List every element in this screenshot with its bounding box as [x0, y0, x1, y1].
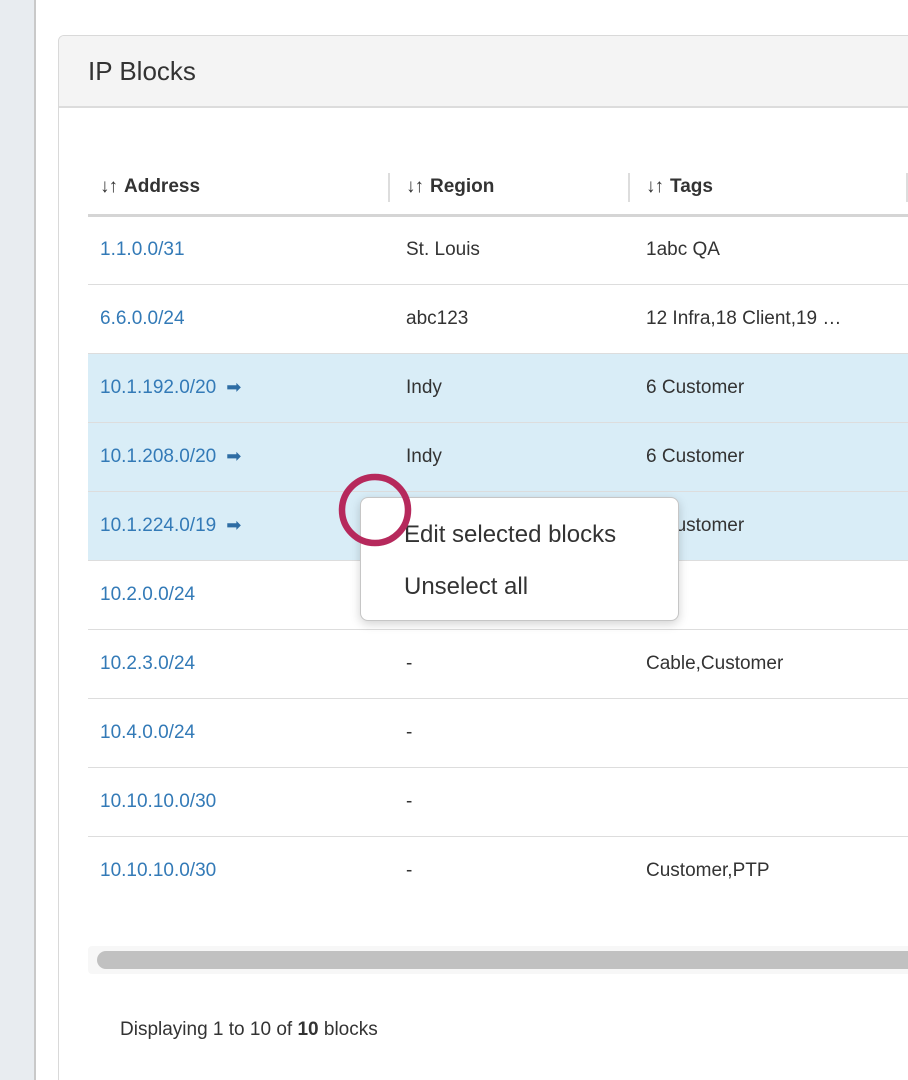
sort-icon: ↓↑ [406, 176, 423, 197]
table-row[interactable]: 6.6.0.0/24 abc123 12 Infra,18 Client,19 … [88, 284, 908, 353]
tags-cell: 12 Infra,18 Client,19 … [628, 284, 906, 353]
ip-block-link[interactable]: 10.2.3.0/24 [100, 653, 195, 674]
ip-block-link[interactable]: 10.10.10.0/30 [100, 860, 216, 881]
tags-cell: 6 Customer [628, 422, 906, 491]
table-header-row: ↓↑ Address ↓↑ Region ↓↑ Tags [88, 160, 908, 215]
region-cell: Indy [388, 422, 628, 491]
right-arrow-icon: ➡ [226, 377, 241, 397]
tags-cell: 6 Customer [628, 353, 906, 422]
right-arrow-icon: ➡ [226, 515, 241, 535]
ip-block-link[interactable]: 10.1.208.0/20 [100, 446, 216, 467]
region-cell: Indy [388, 353, 628, 422]
page: IP Blocks ↓↑ Address ↓↑ Region ↓↑ Tags 1.1.… [0, 0, 908, 1080]
region-cell: abc123 [388, 284, 628, 353]
table-row[interactable]: 10.2.3.0/24 - Cable,Customer [88, 629, 908, 698]
column-header-address[interactable]: ↓↑ Address [88, 160, 388, 215]
ip-block-link[interactable]: 10.1.192.0/20 [100, 377, 216, 398]
table-row-selected[interactable]: 10.1.192.0/20 ➡ Indy 6 Customer [88, 353, 908, 422]
ip-block-link[interactable]: 10.1.224.0/19 [100, 515, 216, 536]
column-label: Region [430, 176, 494, 197]
ip-block-link[interactable]: 1.1.0.0/31 [100, 239, 185, 260]
pagination-suffix: blocks [319, 1019, 378, 1040]
ip-block-link[interactable]: 10.4.0.0/24 [100, 722, 195, 743]
table-row-selected[interactable]: 10.1.208.0/20 ➡ Indy 6 Customer [88, 422, 908, 491]
region-cell: - [388, 767, 628, 836]
menu-item-unselect-all[interactable]: Unselect all [361, 561, 678, 613]
sort-icon: ↓↑ [100, 176, 117, 197]
column-header-region[interactable]: ↓↑ Region [388, 160, 628, 215]
table-row[interactable]: 10.4.0.0/24 - [88, 698, 908, 767]
panel-header: IP Blocks [59, 36, 908, 108]
tags-cell: Customer,PTP [628, 836, 906, 905]
ip-block-link[interactable]: 10.2.0.0/24 [100, 584, 195, 605]
left-rail [0, 0, 36, 1080]
pagination-prefix: Displaying 1 to 10 of [120, 1019, 297, 1040]
sort-icon: ↓↑ [646, 176, 663, 197]
menu-item-edit-selected-blocks[interactable]: Edit selected blocks [361, 509, 678, 561]
region-cell: - [388, 629, 628, 698]
pagination-count: 10 [297, 1019, 318, 1040]
region-cell: - [388, 836, 628, 905]
column-label: Address [124, 176, 200, 197]
pagination-status: Displaying 1 to 10 of 10 blocks [120, 1019, 378, 1041]
tags-cell [628, 767, 906, 836]
column-label: Tags [670, 176, 713, 197]
table-row[interactable]: 10.10.10.0/30 - Customer,PTP [88, 836, 908, 905]
tags-cell: Cable,Customer [628, 629, 906, 698]
column-header-tags[interactable]: ↓↑ Tags [628, 160, 906, 215]
page-title: IP Blocks [88, 56, 196, 87]
context-menu: Edit selected blocks Unselect all [360, 497, 679, 621]
region-cell: St. Louis [388, 215, 628, 284]
horizontal-scrollbar-track[interactable] [88, 946, 908, 974]
table-row[interactable]: 10.10.10.0/30 - [88, 767, 908, 836]
region-cell: - [388, 698, 628, 767]
ip-block-link[interactable]: 6.6.0.0/24 [100, 308, 185, 329]
tags-cell [628, 698, 906, 767]
table-row[interactable]: 1.1.0.0/31 St. Louis 1abc QA [88, 215, 908, 284]
tags-cell: 1abc QA [628, 215, 906, 284]
horizontal-scrollbar-thumb[interactable] [97, 951, 908, 969]
right-arrow-icon: ➡ [226, 446, 241, 466]
ip-block-link[interactable]: 10.10.10.0/30 [100, 791, 216, 812]
